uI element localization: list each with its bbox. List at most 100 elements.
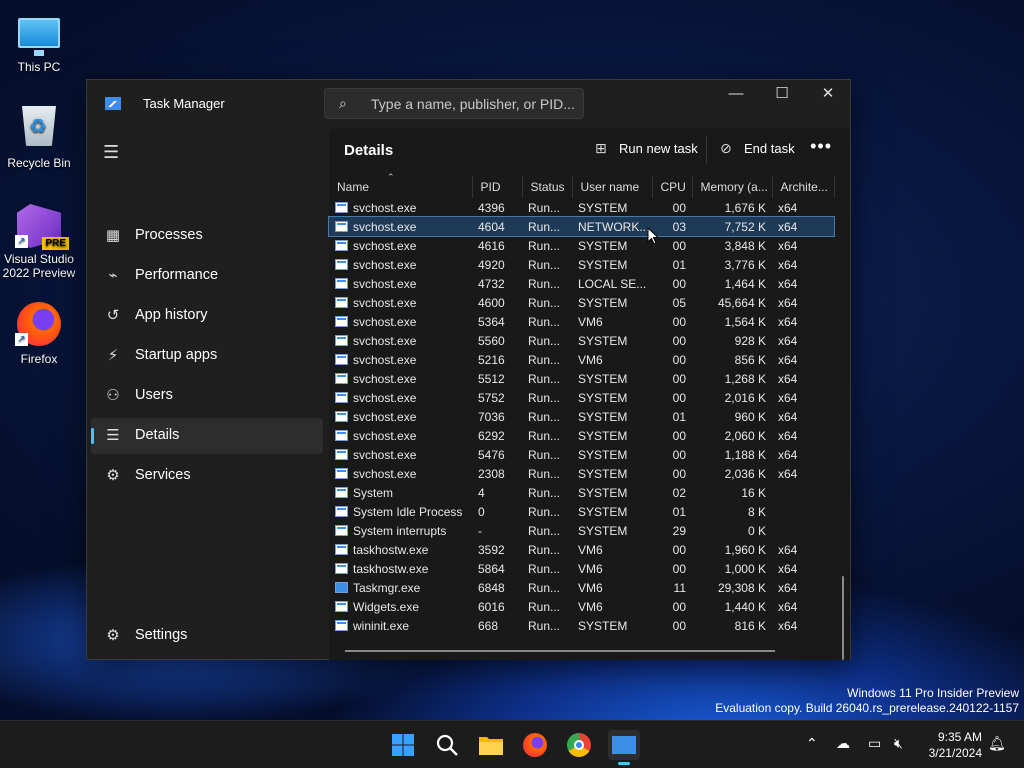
cell-text: System Idle Process	[353, 504, 463, 519]
process-icon	[335, 505, 348, 517]
close-button[interactable]: ✕	[805, 80, 851, 110]
run-new-task-button[interactable]: ⊞ Run new task	[595, 140, 698, 157]
table-row[interactable]: svchost.exe 5560 Run... SYSTEM 00 928 K x64	[329, 331, 834, 350]
cell-text: Run...	[528, 561, 561, 576]
sidebar-item-settings[interactable]: ⚙ Settings	[91, 618, 323, 654]
cell-arch: x64	[772, 198, 834, 217]
cell-arch: x64	[772, 597, 834, 616]
column-header-name[interactable]: ⌃ Name	[329, 172, 473, 198]
cell-pid: 7036	[472, 407, 522, 426]
more-options-icon[interactable]: •••	[810, 136, 832, 157]
table-row[interactable]: svchost.exe 4600 Run... SYSTEM 05 45,664 K x64	[329, 293, 834, 312]
horizontal-scrollbar[interactable]	[345, 650, 775, 652]
vertical-scrollbar[interactable]	[842, 576, 844, 660]
sidebar-item-users[interactable]: ⚇ Users	[91, 378, 323, 414]
sidebar-item-processes[interactable]: ▦ Processes	[91, 218, 323, 254]
process-icon	[335, 334, 348, 346]
column-header-pid[interactable]: PID	[472, 176, 523, 198]
shortcut-arrow-icon: ↗	[15, 333, 28, 346]
volume-muted-icon[interactable]: 🔇︎	[894, 735, 903, 752]
cell-text: svchost.exe	[353, 200, 417, 215]
cell-pid: 3592	[472, 540, 522, 559]
column-header-architecture[interactable]: Archite...	[772, 176, 835, 198]
column-header-user-name[interactable]: User name	[572, 176, 653, 198]
table-row[interactable]: System interrupts - Run... SYSTEM 29 0 K	[329, 521, 834, 540]
onedrive-cloud-icon[interactable]: ☁	[836, 735, 850, 752]
table-row[interactable]: svchost.exe 4732 Run... LOCAL SE... 00 1,464 …	[329, 274, 834, 293]
cell-arch: x64	[772, 578, 834, 597]
table-row[interactable]: wininit.exe 668 Run... SYSTEM 00 816 K x64	[329, 616, 834, 635]
column-label: Memory (a...	[700, 180, 768, 194]
table-row[interactable]: System 4 Run... SYSTEM 02 16 K	[329, 483, 834, 502]
table-row[interactable]: svchost.exe 4616 Run... SYSTEM 00 3,848 K x64	[329, 236, 834, 255]
maximize-button[interactable]: ☐	[759, 80, 805, 110]
table-row[interactable]: svchost.exe 6292 Run... SYSTEM 00 2,060 K x64	[329, 426, 834, 445]
start-button[interactable]	[388, 730, 418, 760]
clock-time: 9:35 AM	[937, 730, 982, 744]
cell-text: 2,036 K	[724, 466, 766, 481]
table-row[interactable]: svchost.exe 5216 Run... VM6 00 856 K x64	[329, 350, 834, 369]
desktop-icon-firefox[interactable]: ↗ Firefox	[0, 302, 78, 366]
network-icon[interactable]: ▭	[868, 735, 881, 752]
hamburger-menu-icon[interactable]: ☰	[103, 142, 119, 163]
table-row[interactable]: System Idle Process 0 Run... SYSTEM 01 8 K	[329, 502, 834, 521]
file-explorer-icon[interactable]	[476, 730, 506, 760]
table-row[interactable]: svchost.exe 2308 Run... SYSTEM 00 2,036 K x64	[329, 464, 834, 483]
sort-ascending-icon: ⌃	[387, 172, 395, 182]
cell-cpu: 00	[652, 540, 692, 559]
desktop-icon-recycle-bin[interactable]: Recycle Bin	[0, 106, 78, 170]
table-row[interactable]: Taskmgr.exe 6848 Run... VM6 11 29,308 K x64	[329, 578, 834, 597]
table-row[interactable]: svchost.exe 4604 Run... NETWORK... 03 7,752 K…	[328, 216, 835, 237]
cell-user: SYSTEM	[572, 407, 652, 426]
desktop-icon-visual-studio[interactable]: PRE ↗ Visual Studio 2022 Preview	[0, 204, 78, 280]
column-header-memory[interactable]: Memory (a...	[692, 176, 773, 198]
clock[interactable]: 9:35 AM 3/21/2024	[929, 729, 982, 761]
table-row[interactable]: svchost.exe 5364 Run... VM6 00 1,564 K x64	[329, 312, 834, 331]
cell-text: svchost.exe	[353, 314, 417, 329]
task-manager-taskbar-icon[interactable]	[608, 730, 640, 765]
table-row[interactable]: svchost.exe 5512 Run... SYSTEM 00 1,268 K x64	[329, 369, 834, 388]
column-header-cpu[interactable]: CPU	[652, 176, 693, 198]
notification-bell-icon[interactable]: 🔔︎	[988, 735, 1006, 752]
cell-user: SYSTEM	[572, 445, 652, 464]
cell-cpu: 00	[652, 369, 692, 388]
sidebar-item-services[interactable]: ⚙ Services	[91, 458, 323, 494]
cell-text: Run...	[528, 352, 561, 367]
desktop-icon-this-pc[interactable]: This PC	[0, 10, 78, 74]
search-input[interactable]: ⌕ Type a name, publisher, or PID...	[324, 88, 584, 119]
table-row[interactable]: taskhostw.exe 5864 Run... VM6 00 1,000 K x64	[329, 559, 834, 578]
process-icon	[335, 524, 348, 536]
firefox-taskbar-icon[interactable]	[520, 730, 550, 760]
title-bar[interactable]: Task Manager ⌕ Type a name, publisher, o…	[87, 80, 850, 128]
table-row[interactable]: svchost.exe 4920 Run... SYSTEM 01 3,776 K x64	[329, 255, 834, 274]
end-task-button[interactable]: ⊘ End task	[720, 140, 795, 157]
cell-name: svchost.exe	[329, 369, 472, 388]
cell-arch: x64	[772, 217, 834, 236]
search-taskbar-icon[interactable]	[432, 730, 462, 760]
table-row[interactable]: Widgets.exe 6016 Run... VM6 00 1,440 K x64	[329, 597, 834, 616]
table-row[interactable]: svchost.exe 7036 Run... SYSTEM 01 960 K x64	[329, 407, 834, 426]
minimize-button[interactable]: —	[713, 80, 759, 110]
cell-text: SYSTEM	[578, 428, 628, 443]
table-row[interactable]: taskhostw.exe 3592 Run... VM6 00 1,960 K x64	[329, 540, 834, 559]
cell-text: 7,752 K	[724, 219, 766, 234]
column-label: Name	[337, 180, 370, 194]
cell-text: 928 K	[734, 333, 766, 348]
cell-text: 7036	[478, 409, 505, 424]
cell-text: SYSTEM	[578, 257, 628, 272]
sidebar-item-performance[interactable]: ⌁ Performance	[91, 258, 323, 294]
table-row[interactable]: svchost.exe 5476 Run... SYSTEM 00 1,188 K x64	[329, 445, 834, 464]
cell-text: System interrupts	[353, 523, 447, 538]
cell-pid: 5512	[472, 369, 522, 388]
chrome-taskbar-icon[interactable]	[564, 730, 594, 760]
cell-text: System	[353, 485, 394, 500]
table-row[interactable]: svchost.exe 5752 Run... SYSTEM 00 2,016 K x64	[329, 388, 834, 407]
column-header-status[interactable]: Status	[522, 176, 573, 198]
cell-text: 1,960 K	[724, 542, 766, 557]
table-row[interactable]: svchost.exe 4396 Run... SYSTEM 00 1,676 K x64	[329, 198, 834, 217]
show-hidden-icons-chevron-icon[interactable]: ⌃	[806, 735, 818, 752]
end-task-label: End task	[744, 141, 795, 156]
sidebar-item-startup-apps[interactable]: ⚡ Startup apps	[91, 338, 323, 374]
sidebar-item-app-history[interactable]: ↺ App history	[91, 298, 323, 334]
sidebar-item-details[interactable]: ☰ Details	[91, 418, 323, 454]
